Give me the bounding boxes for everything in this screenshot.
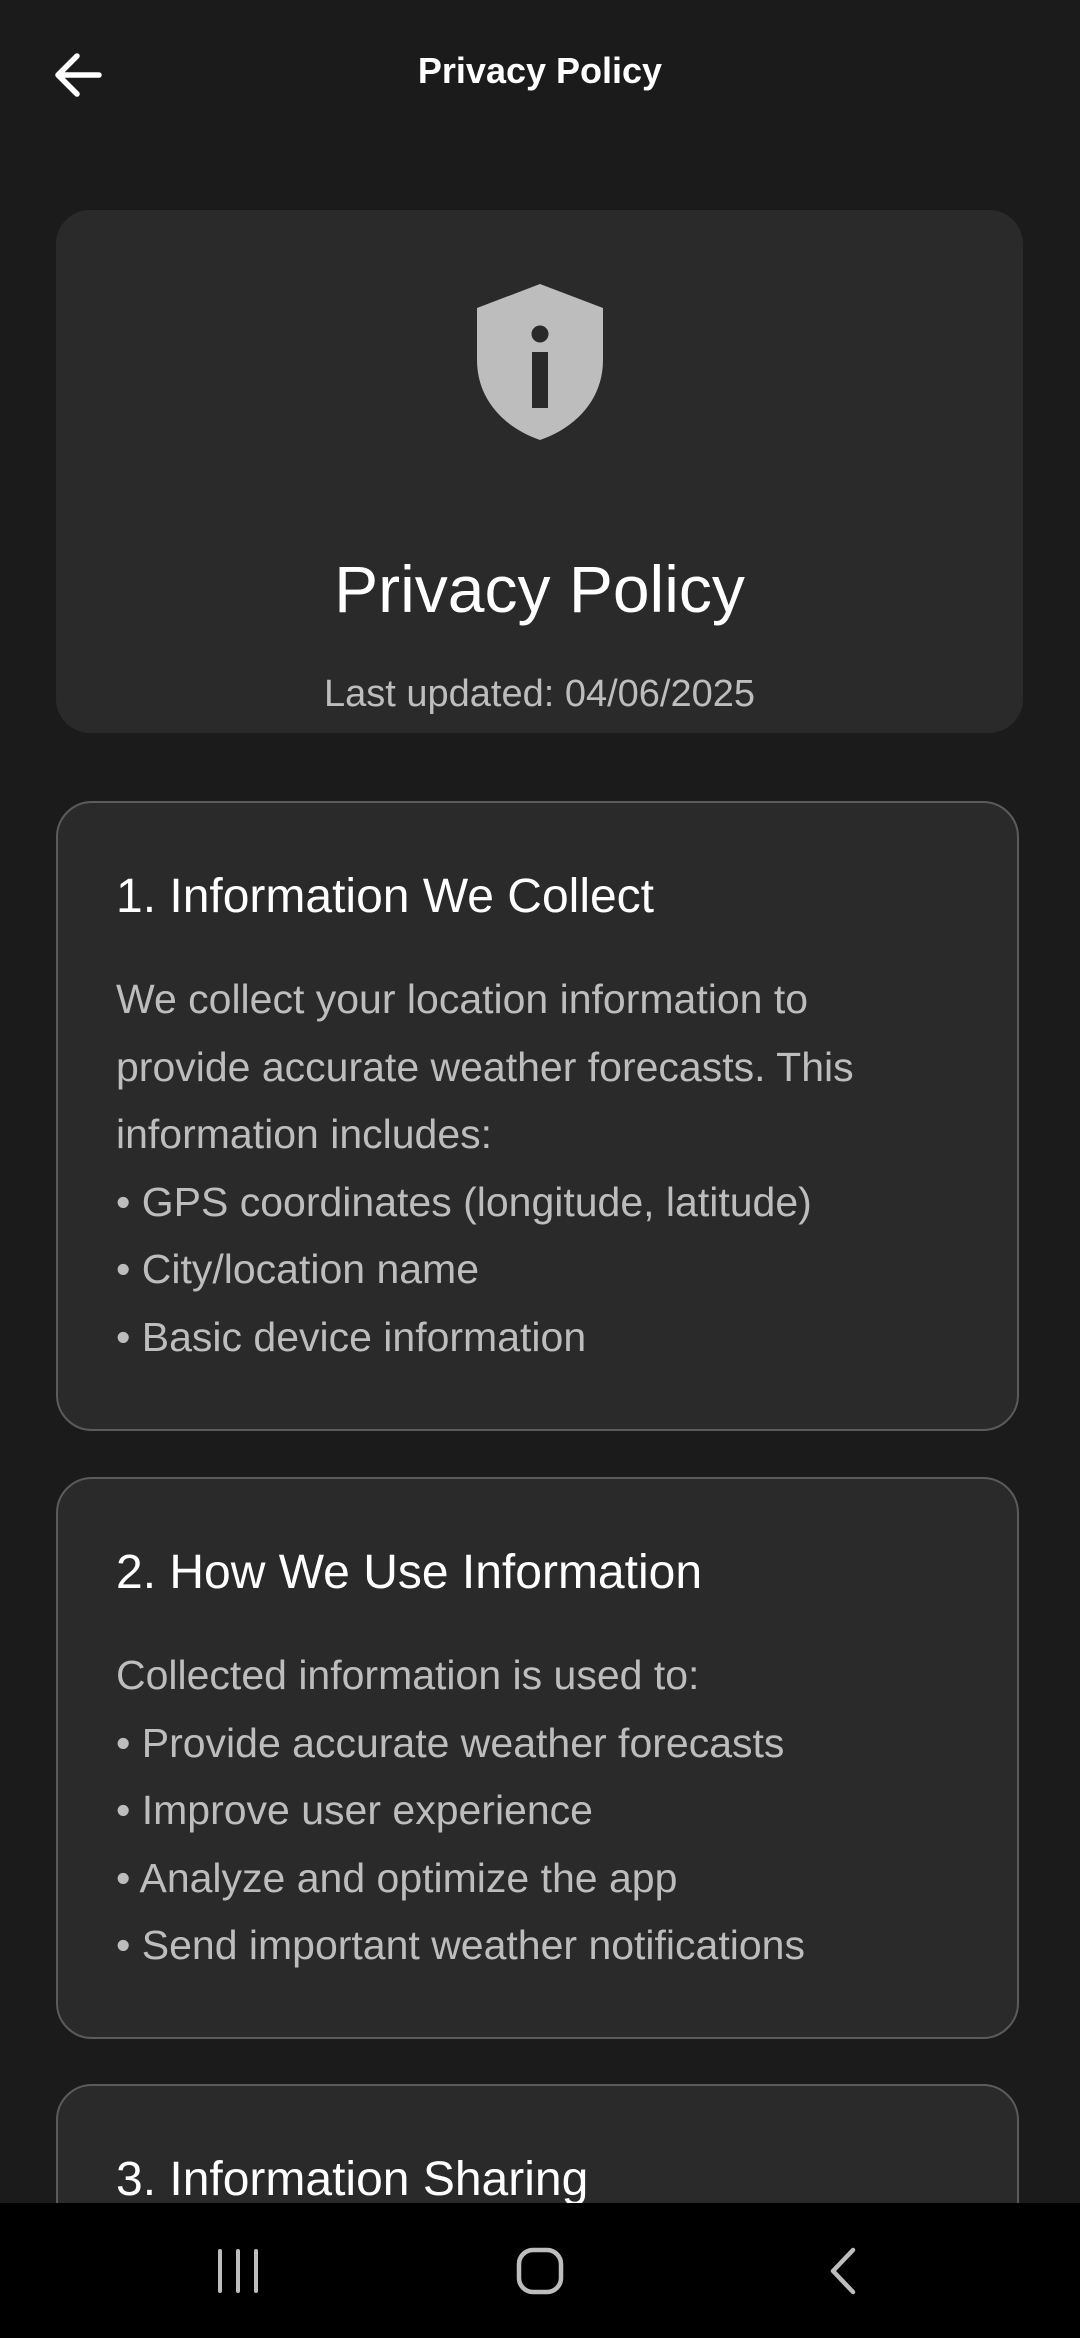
shield-info-icon bbox=[476, 284, 603, 440]
home-button[interactable] bbox=[480, 2223, 600, 2319]
policy-header-card: Privacy Policy Last updated: 04/06/2025 bbox=[56, 210, 1023, 733]
recent-apps-button[interactable] bbox=[178, 2223, 298, 2319]
section-title: 2. How We Use Information bbox=[116, 1546, 703, 1599]
section-text-line: provide accurate weather forecasts. This bbox=[116, 1043, 854, 1090]
bullet-item: • City/location name bbox=[116, 1246, 480, 1292]
app-bar: Privacy Policy bbox=[0, 0, 1080, 150]
section-text-line: information includes: bbox=[116, 1111, 493, 1157]
privacy-policy-screen: Privacy Policy Privacy Policy Last updat… bbox=[0, 0, 1080, 2338]
back-chevron-icon bbox=[830, 2247, 856, 2295]
app-bar-title: Privacy Policy bbox=[417, 50, 663, 91]
bullet-item: • Improve user experience bbox=[116, 1787, 593, 1833]
bullet-item: • Provide accurate weather forecasts bbox=[116, 1719, 785, 1766]
home-icon bbox=[516, 2247, 564, 2295]
section-card-how-we-use-information: 2. How We Use Information Collected info… bbox=[56, 1477, 1019, 2039]
section-body: We collect your location information to … bbox=[116, 966, 977, 1371]
bullet-item: • GPS coordinates (longitude, latitude) bbox=[116, 1178, 812, 1225]
bullet-item: • Send important weather notifications bbox=[116, 1922, 805, 1968]
section-body: Collected information is used to: • Prov… bbox=[116, 1642, 977, 1980]
last-updated-text: Last updated: 04/06/2025 bbox=[323, 673, 756, 715]
section-title: 3. Information Sharing bbox=[116, 2153, 589, 2204]
recent-apps-icon bbox=[218, 2249, 258, 2293]
policy-title: Privacy Policy bbox=[334, 552, 745, 626]
bullet-item: • Analyze and optimize the app bbox=[116, 1854, 678, 1901]
section-card-information-we-collect: 1. Information We Collect We collect you… bbox=[56, 801, 1019, 1431]
section-card-information-sharing: 3. Information Sharing bbox=[56, 2084, 1019, 2203]
system-back-button[interactable] bbox=[783, 2223, 903, 2319]
section-title: 1. Information We Collect bbox=[116, 870, 655, 923]
policy-content[interactable]: Privacy Policy Last updated: 04/06/2025 … bbox=[0, 150, 1080, 2203]
section-text-line: We collect your location information to bbox=[116, 976, 809, 1022]
section-text-line: Collected information is used to: bbox=[116, 1652, 700, 1698]
bullet-item: • Basic device information bbox=[116, 1313, 587, 1360]
system-nav-bar bbox=[0, 2203, 1080, 2338]
